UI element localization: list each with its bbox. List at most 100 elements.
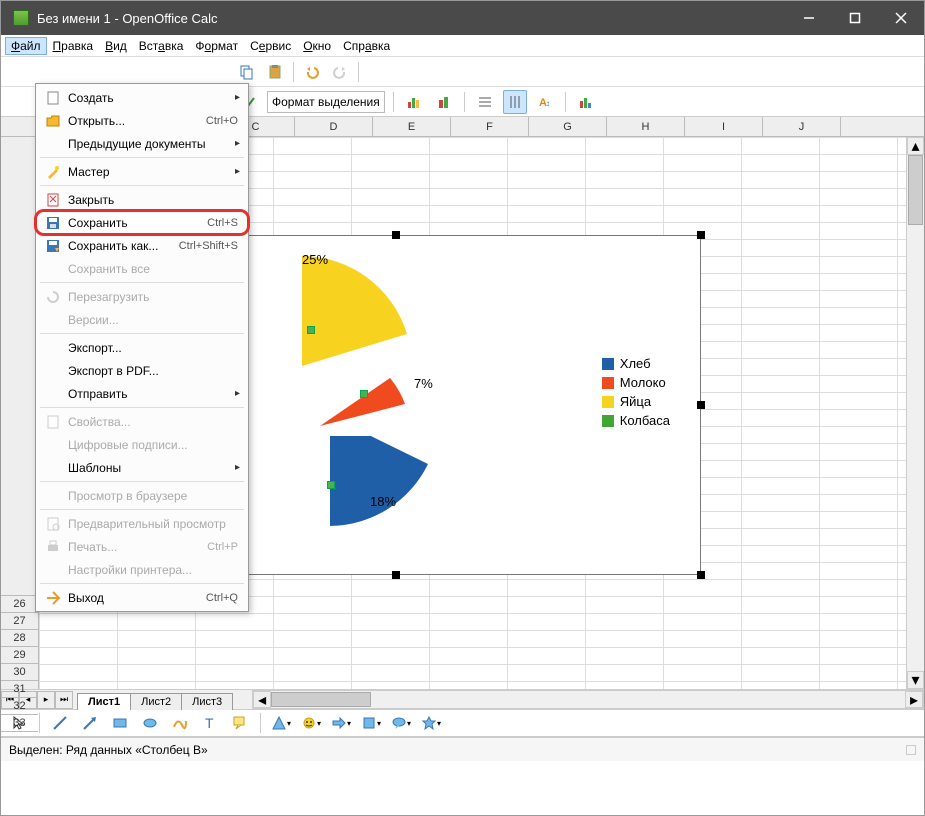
grid-h-icon[interactable]	[473, 90, 497, 114]
menu-edit[interactable]: Правка	[47, 37, 100, 55]
scroll-thumb[interactable]	[908, 155, 923, 225]
next-sheet-button[interactable]: ▸	[37, 691, 55, 709]
scroll-left-button[interactable]: ◂	[253, 691, 271, 708]
axis-icon[interactable]: A↕	[533, 90, 557, 114]
legend-label: Молоко	[620, 375, 666, 390]
menu-item-reload: Перезагрузить	[36, 285, 248, 308]
flowchart-icon[interactable]: ▾	[359, 711, 383, 735]
status-text: Выделен: Ряд данных «Столбец B»	[9, 743, 208, 757]
row-headers: 26 27 28 29 30 31 32 33	[1, 137, 39, 689]
row-header[interactable]: 30	[1, 664, 38, 681]
menu-item-export[interactable]: Экспорт...	[36, 336, 248, 359]
callouts-icon[interactable]: ▾	[389, 711, 413, 735]
menu-window[interactable]: Окно	[297, 37, 337, 55]
scroll-up-button[interactable]: ▴	[907, 137, 924, 155]
horizontal-scrollbar[interactable]: ◂ ▸	[252, 690, 924, 709]
sheet-tab[interactable]: Лист2	[130, 693, 182, 710]
col-header[interactable]: D	[295, 117, 373, 136]
data-label-bread: 18%	[370, 494, 396, 509]
symbol-shapes-icon[interactable]: ▾	[299, 711, 323, 735]
menu-item-templates[interactable]: Шаблоны▸	[36, 456, 248, 479]
menu-item-saveas[interactable]: Сохранить как...Ctrl+Shift+S	[36, 234, 248, 257]
close-button[interactable]	[878, 1, 924, 35]
stars-icon[interactable]: ▾	[419, 711, 443, 735]
row-header[interactable]: 26	[1, 596, 38, 613]
legend-label: Колбаса	[620, 413, 670, 428]
col-header[interactable]: E	[373, 117, 451, 136]
menu-item-send[interactable]: Отправить▸	[36, 382, 248, 405]
row-header[interactable]: 27	[1, 613, 38, 630]
chart-3d-icon[interactable]	[432, 90, 456, 114]
menu-item-recent[interactable]: Предыдущие документы▸	[36, 132, 248, 155]
menu-item-exportpdf[interactable]: Экспорт в PDF...	[36, 359, 248, 382]
col-header[interactable]: G	[529, 117, 607, 136]
menu-item-preview-browser: Просмотр в браузере	[36, 484, 248, 507]
col-header[interactable]: I	[685, 117, 763, 136]
sheet-tab[interactable]: Лист1	[77, 693, 131, 710]
svg-text:↕: ↕	[546, 99, 550, 108]
menu-item-sigs: Цифровые подписи...	[36, 433, 248, 456]
col-header[interactable]: H	[607, 117, 685, 136]
menu-item-exit[interactable]: ВыходCtrl+Q	[36, 586, 248, 609]
menu-item-versions: Версии...	[36, 308, 248, 331]
line-icon[interactable]	[48, 711, 72, 735]
basic-shapes-icon[interactable]: ▾	[269, 711, 293, 735]
format-selection-box[interactable]: Формат выделения	[267, 91, 385, 113]
grid-v-icon[interactable]	[503, 90, 527, 114]
scroll-down-button[interactable]: ▾	[907, 671, 924, 689]
scroll-thumb[interactable]	[271, 692, 371, 707]
vertical-scrollbar[interactable]: ▴ ▾	[906, 137, 924, 689]
callout-icon[interactable]	[228, 711, 252, 735]
svg-text:T: T	[205, 715, 214, 731]
redo-button[interactable]	[328, 60, 352, 84]
menu-tools[interactable]: Сервис	[244, 37, 297, 55]
menu-item-open[interactable]: Открыть...Ctrl+O	[36, 109, 248, 132]
menu-item-props: Свойства...	[36, 410, 248, 433]
row-header[interactable]: 31	[1, 681, 38, 698]
text-icon[interactable]: T	[198, 711, 222, 735]
copy-button[interactable]	[235, 60, 259, 84]
resize-handle[interactable]	[697, 571, 705, 579]
menu-item-wizard[interactable]: Мастер▸	[36, 160, 248, 183]
col-header[interactable]: F	[451, 117, 529, 136]
series-handle[interactable]	[327, 481, 335, 489]
arrow-icon[interactable]	[78, 711, 102, 735]
scroll-right-button[interactable]: ▸	[905, 691, 923, 708]
data-label-milk: 7%	[414, 376, 433, 391]
paste-button[interactable]	[263, 60, 287, 84]
menu-insert[interactable]: Вставка	[133, 37, 190, 55]
menu-view[interactable]: Вид	[99, 37, 133, 55]
menu-item-saveall: Сохранить все	[36, 257, 248, 280]
resize-handle[interactable]	[697, 401, 705, 409]
menu-format[interactable]: Формат	[189, 37, 244, 55]
minimize-button[interactable]	[786, 1, 832, 35]
resize-handle[interactable]	[697, 231, 705, 239]
data-range-icon[interactable]	[574, 90, 598, 114]
sheet-tab[interactable]: Лист3	[181, 693, 233, 710]
row-header[interactable]: 33	[1, 715, 38, 732]
ellipse-icon[interactable]	[138, 711, 162, 735]
row-header[interactable]: 29	[1, 647, 38, 664]
freeform-icon[interactable]	[168, 711, 192, 735]
maximize-button[interactable]	[832, 1, 878, 35]
menu-file[interactable]: Файл	[5, 37, 47, 55]
menu-item-close[interactable]: Закрыть	[36, 188, 248, 211]
menu-item-new[interactable]: Создать▸	[36, 86, 248, 109]
series-handle[interactable]	[360, 390, 368, 398]
sheet-tab-bar: ⏮ ◂ ▸ ⏭ Лист1 Лист2 Лист3 ◂ ▸	[1, 689, 924, 709]
block-arrows-icon[interactable]: ▾	[329, 711, 353, 735]
menu-help[interactable]: Справка	[337, 37, 396, 55]
series-handle[interactable]	[307, 326, 315, 334]
row-header[interactable]: 32	[1, 698, 38, 715]
col-header[interactable]: J	[763, 117, 841, 136]
chart-legend: Хлеб Молоко Яйца Колбаса	[602, 356, 670, 432]
rectangle-icon[interactable]	[108, 711, 132, 735]
last-sheet-button[interactable]: ⏭	[55, 691, 73, 709]
row-header[interactable]: 28	[1, 630, 38, 647]
resize-handle[interactable]	[392, 571, 400, 579]
chart-type-icon[interactable]	[402, 90, 426, 114]
data-label-eggs: 25%	[302, 252, 328, 267]
resize-handle[interactable]	[392, 231, 400, 239]
undo-button[interactable]	[300, 60, 324, 84]
menu-item-save[interactable]: СохранитьCtrl+S	[36, 211, 248, 234]
